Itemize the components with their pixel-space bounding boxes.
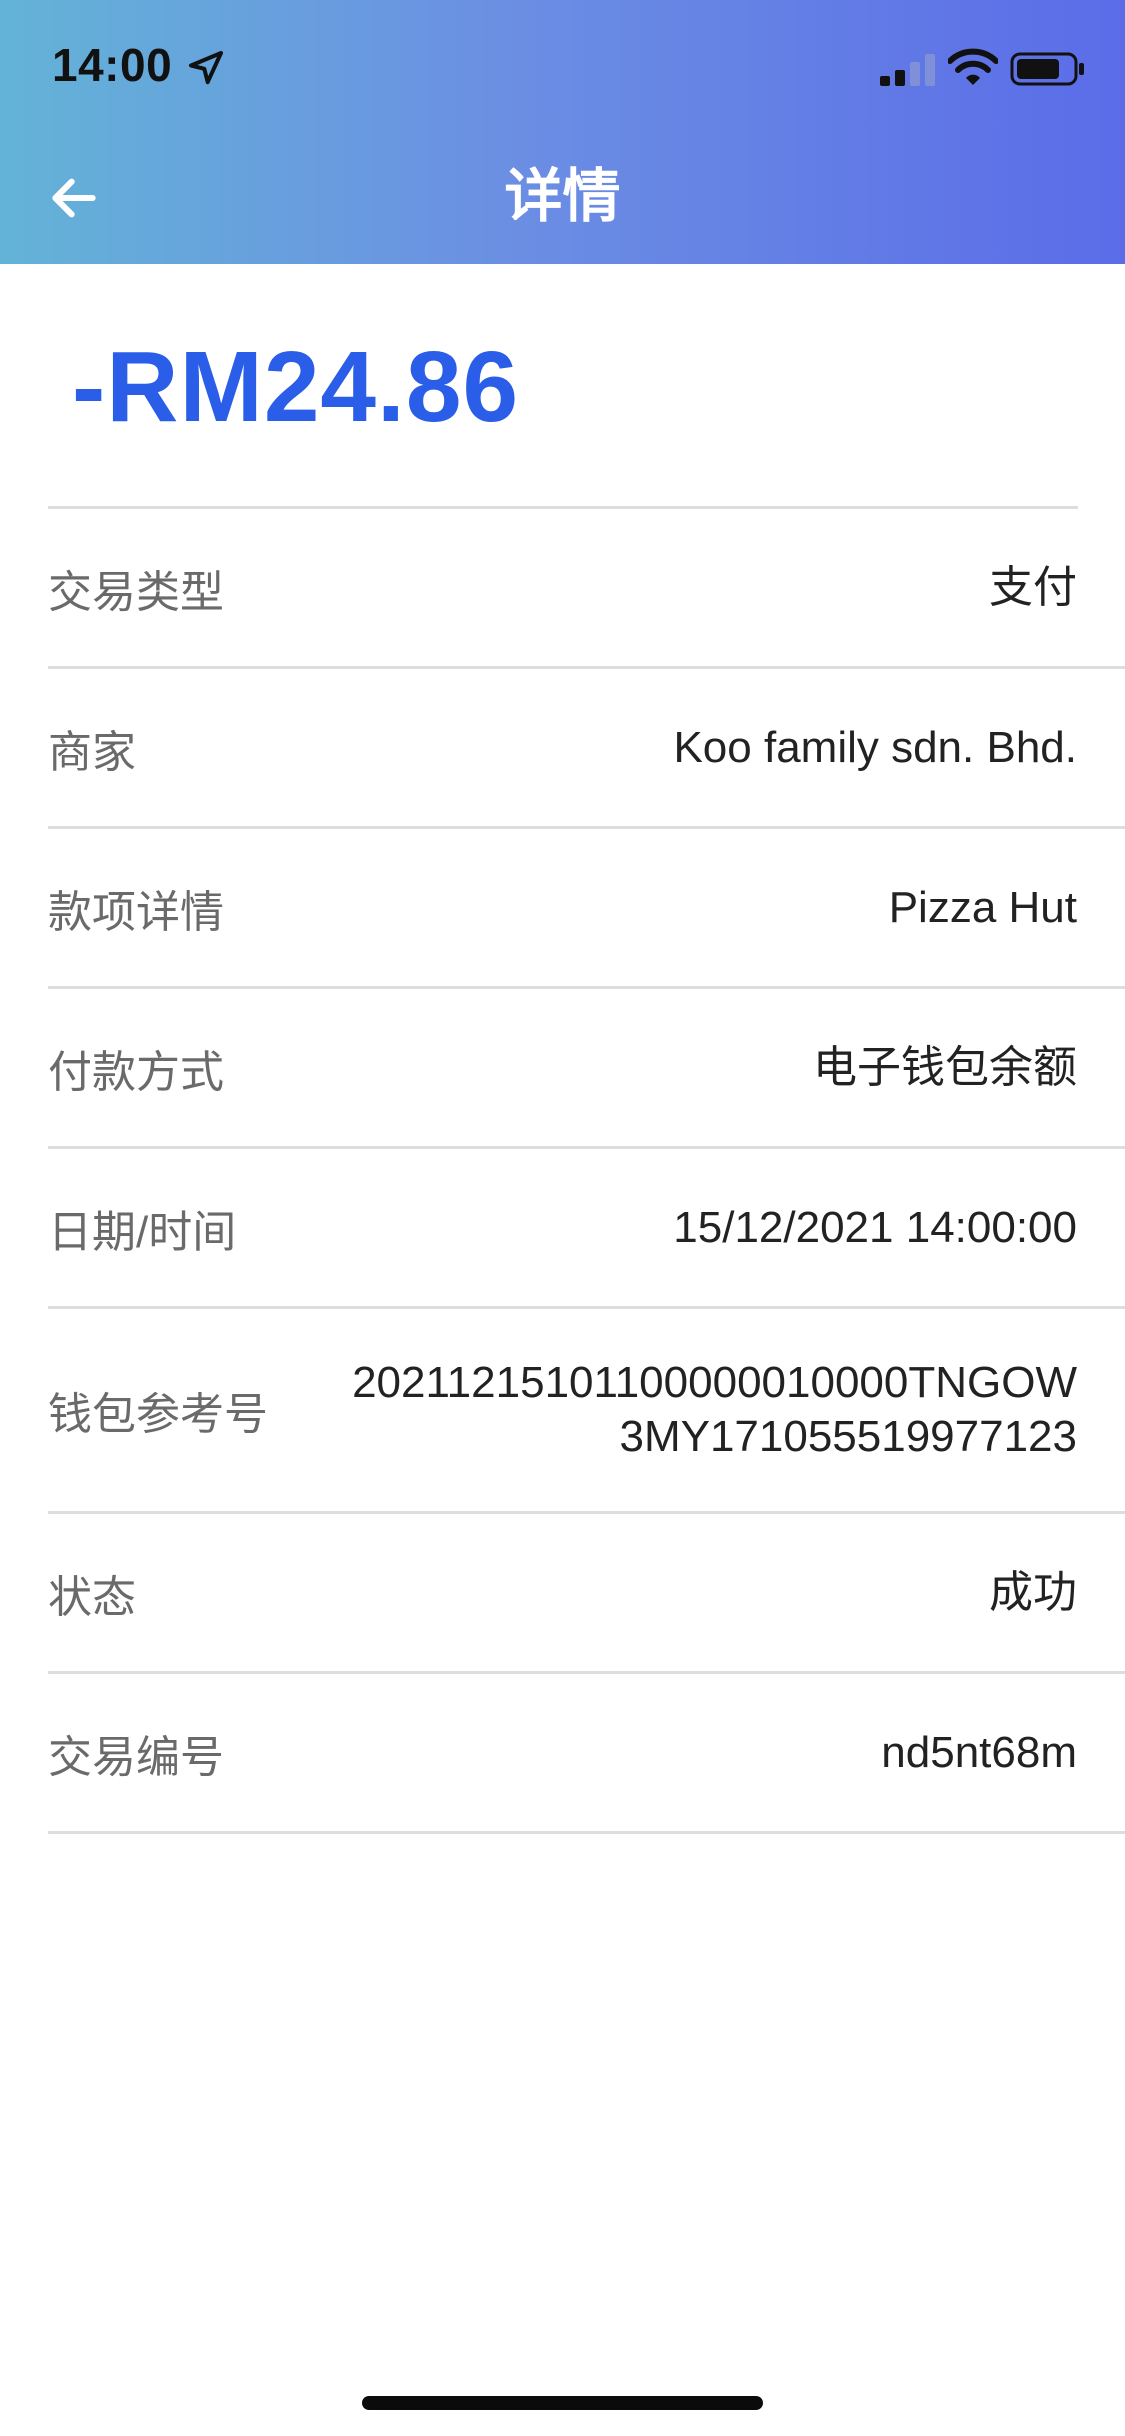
detail-label: 付款方式 xyxy=(48,1047,224,1097)
detail-label: 状态 xyxy=(48,1572,136,1622)
wifi-icon xyxy=(948,48,998,85)
detail-label: 款项详情 xyxy=(48,887,224,937)
page-title: 详情 xyxy=(504,164,621,229)
detail-label: 商家 xyxy=(48,727,136,777)
detail-row-status: 状态 成功 xyxy=(48,1514,1125,1674)
app-header: 14:00 详情 xyxy=(0,0,1125,264)
detail-value: Pizza Hut xyxy=(888,882,1077,932)
status-bar-time: 14:00 xyxy=(52,39,173,91)
detail-row-payment-method: 付款方式 电子钱包余额 xyxy=(48,989,1125,1149)
detail-value: Koo family sdn. Bhd. xyxy=(673,722,1077,772)
detail-label: 交易类型 xyxy=(48,567,224,617)
detail-row-date-time: 日期/时间 15/12/2021 14:00:00 xyxy=(48,1149,1125,1309)
back-arrow-icon xyxy=(52,178,96,218)
transaction-details-list: 交易类型 支付 商家 Koo family sdn. Bhd. 款项详情 Piz… xyxy=(48,506,1125,1834)
detail-row-transaction-id: 交易编号 nd5nt68m xyxy=(48,1674,1125,1834)
detail-row-transaction-type: 交易类型 支付 xyxy=(48,509,1125,669)
detail-row-payment-details: 款项详情 Pizza Hut xyxy=(48,829,1125,989)
detail-value: nd5nt68m xyxy=(881,1727,1077,1777)
detail-row-wallet-reference: 钱包参考号 20211215101100000010000TNGOW3MY171… xyxy=(48,1309,1125,1514)
detail-value: 电子钱包余额 xyxy=(813,1042,1077,1092)
home-indicator[interactable] xyxy=(362,2396,763,2410)
back-button[interactable] xyxy=(36,160,112,236)
detail-value: 成功 xyxy=(989,1567,1077,1617)
location-arrow-icon xyxy=(189,51,223,85)
detail-label: 钱包参考号 xyxy=(48,1390,268,1439)
detail-row-merchant: 商家 Koo family sdn. Bhd. xyxy=(48,669,1125,829)
detail-value: 20211215101100000010000TNGOW3MY171055519… xyxy=(352,1358,1077,1461)
detail-label: 日期/时间 xyxy=(48,1207,237,1257)
battery-icon xyxy=(1010,52,1084,86)
detail-value: 15/12/2021 14:00:00 xyxy=(673,1202,1077,1252)
transaction-amount: -RM24.86 xyxy=(72,331,520,443)
detail-label: 交易编号 xyxy=(48,1732,224,1782)
cellular-signal-icon xyxy=(880,54,935,86)
detail-value: 支付 xyxy=(989,562,1077,612)
